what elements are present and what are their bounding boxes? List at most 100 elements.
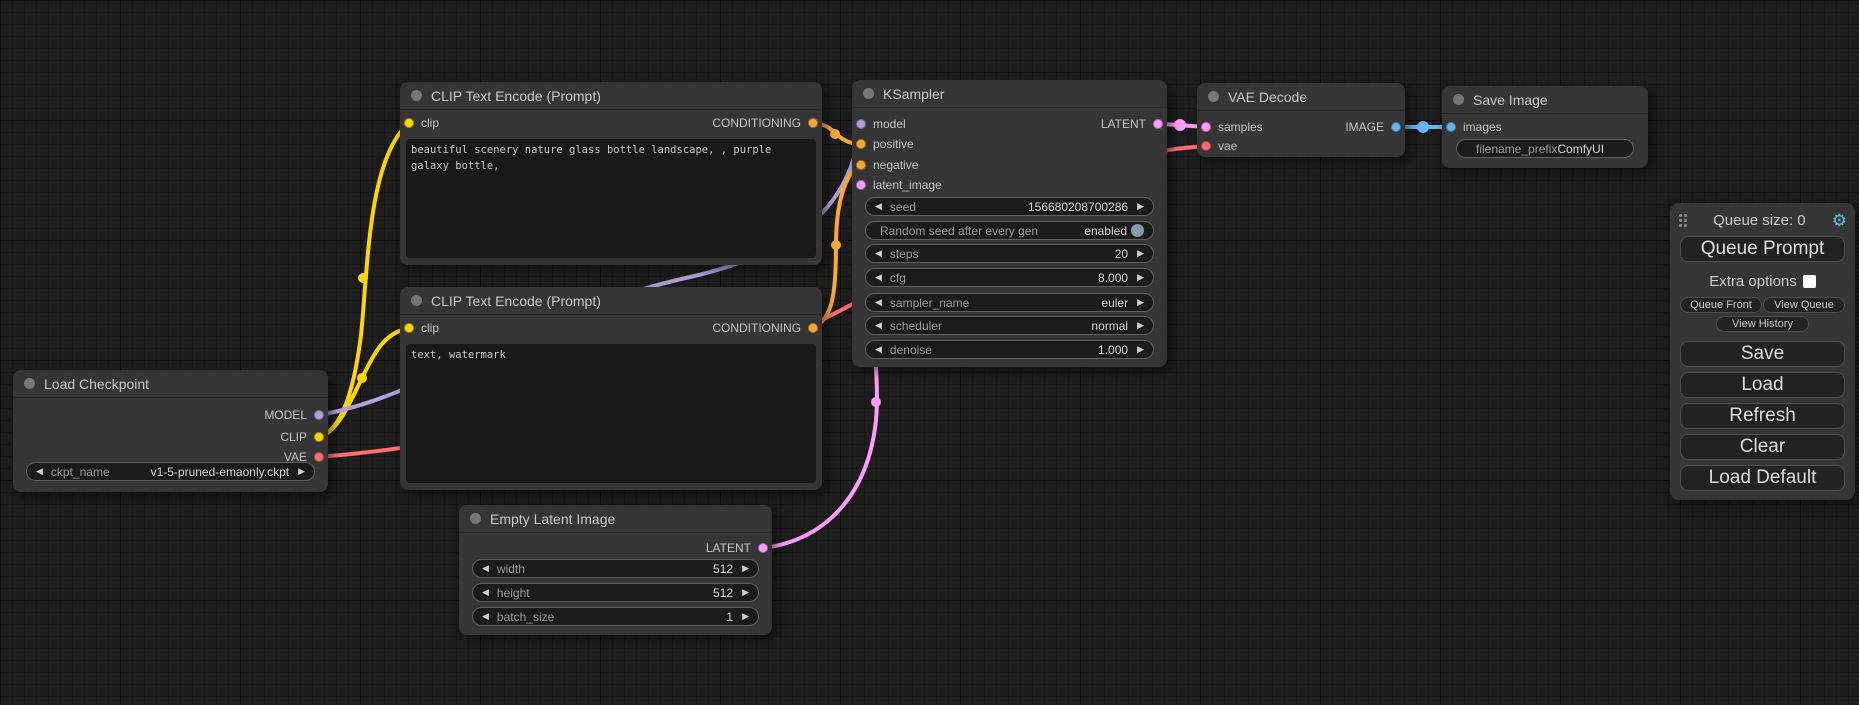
clear-button[interactable]: Clear [1680, 434, 1845, 460]
widget-label: ckpt_name [51, 465, 110, 479]
slot-label: samples [1218, 120, 1263, 134]
queue-front-button[interactable]: Queue Front [1680, 297, 1762, 313]
slot-label: LATENT [706, 541, 751, 555]
increment-arrow-icon[interactable]: ▶ [1137, 298, 1144, 307]
batch-size-number-widget[interactable]: ◀ batch_size 1 ▶ [472, 607, 759, 626]
random-seed-toggle-widget[interactable]: Random seed after every gen enabled [865, 221, 1154, 240]
increment-arrow-icon[interactable]: ▶ [298, 467, 305, 476]
increment-arrow-icon[interactable]: ▶ [742, 564, 749, 573]
node-empty-latent-image[interactable]: Empty Latent Image LATENT ◀ width 512 ▶ … [459, 505, 772, 635]
view-queue-button[interactable]: View Queue [1763, 297, 1845, 313]
widget-value: 20 [1115, 247, 1128, 261]
widget-label: cfg [890, 271, 906, 285]
denoise-number-widget[interactable]: ◀ denoise 1.000 ▶ [865, 340, 1154, 359]
node-title-bar[interactable]: Load Checkpoint [13, 370, 328, 398]
load-button[interactable]: Load [1680, 372, 1845, 398]
load-default-button[interactable]: Load Default [1680, 465, 1845, 491]
increment-arrow-icon[interactable]: ▶ [1137, 202, 1144, 211]
extra-options-label: Extra options [1709, 273, 1797, 290]
node-status-dot-icon [411, 295, 422, 306]
widget-value: 1 [726, 610, 733, 624]
widget-value: normal [1091, 319, 1128, 333]
increment-arrow-icon[interactable]: ▶ [1137, 273, 1144, 282]
node-title: Save Image [1473, 92, 1548, 108]
node-ksampler[interactable]: KSampler model LATENT positive negative … [852, 80, 1167, 367]
decrement-arrow-icon[interactable]: ◀ [482, 564, 489, 573]
extra-options-checkbox[interactable] [1803, 275, 1816, 288]
vae-input-port[interactable] [1201, 141, 1211, 151]
node-status-dot-icon [863, 88, 874, 99]
output-slot-latent: LATENT [1101, 116, 1163, 132]
increment-arrow-icon[interactable]: ▶ [1137, 345, 1144, 354]
increment-arrow-icon[interactable]: ▶ [1137, 249, 1144, 258]
node-clip-text-encode-positive[interactable]: CLIP Text Encode (Prompt) clip CONDITION… [400, 82, 822, 265]
view-history-button[interactable]: View History [1716, 316, 1809, 332]
increment-arrow-icon[interactable]: ▶ [742, 588, 749, 597]
widget-label: steps [890, 247, 919, 261]
decrement-arrow-icon[interactable]: ◀ [482, 612, 489, 621]
decrement-arrow-icon[interactable]: ◀ [875, 273, 882, 282]
model-output-port[interactable] [314, 410, 324, 420]
queue-prompt-button[interactable]: Queue Prompt [1680, 236, 1845, 262]
decrement-arrow-icon[interactable]: ◀ [875, 321, 882, 330]
images-input-port[interactable] [1446, 122, 1456, 132]
input-slot-positive: positive [856, 136, 914, 152]
negative-input-port[interactable] [856, 160, 866, 170]
node-vae-decode[interactable]: VAE Decode samples IMAGE vae [1197, 83, 1405, 157]
sampler-name-combo-widget[interactable]: ◀ sampler_name euler ▶ [865, 293, 1154, 312]
node-title-bar[interactable]: KSampler [852, 80, 1167, 108]
conditioning-output-port[interactable] [808, 118, 818, 128]
conditioning-output-port[interactable] [808, 323, 818, 333]
increment-arrow-icon[interactable]: ▶ [742, 612, 749, 621]
node-status-dot-icon [24, 378, 35, 389]
node-title-bar[interactable]: Empty Latent Image [459, 505, 772, 533]
latent-image-input-port[interactable] [856, 180, 866, 190]
node-title-bar[interactable]: Save Image [1442, 86, 1648, 114]
node-title-bar[interactable]: CLIP Text Encode (Prompt) [400, 82, 822, 110]
refresh-button[interactable]: Refresh [1680, 403, 1845, 429]
increment-arrow-icon[interactable]: ▶ [1137, 321, 1144, 330]
model-input-port[interactable] [856, 119, 866, 129]
steps-number-widget[interactable]: ◀ steps 20 ▶ [865, 244, 1154, 263]
settings-gear-icon[interactable]: ⚙ [1832, 212, 1847, 229]
positive-prompt-textarea[interactable]: beautiful scenery nature glass bottle la… [406, 139, 816, 258]
latent-output-port[interactable] [758, 543, 768, 553]
decrement-arrow-icon[interactable]: ◀ [875, 345, 882, 354]
decrement-arrow-icon[interactable]: ◀ [875, 249, 882, 258]
node-clip-text-encode-negative[interactable]: CLIP Text Encode (Prompt) clip CONDITION… [400, 287, 822, 490]
decrement-arrow-icon[interactable]: ◀ [482, 588, 489, 597]
widget-value: 512 [713, 562, 733, 576]
latent-output-port[interactable] [1153, 119, 1163, 129]
node-title-bar[interactable]: VAE Decode [1197, 83, 1405, 111]
clip-input-port[interactable] [404, 323, 414, 333]
toggle-enabled-icon[interactable] [1131, 224, 1144, 237]
ckpt-name-combo-widget[interactable]: ◀ ckpt_name v1-5-pruned-emaonly.ckpt ▶ [26, 462, 315, 481]
drag-handle-icon[interactable] [1678, 213, 1687, 227]
node-graph-canvas[interactable]: Load Checkpoint MODEL CLIP VAE ◀ ckpt_na… [0, 0, 1859, 705]
node-title-bar[interactable]: CLIP Text Encode (Prompt) [400, 287, 822, 315]
filename-prefix-text-widget[interactable]: filename_prefix ComfyUI [1456, 139, 1634, 158]
input-slot-samples: samples [1201, 119, 1263, 135]
slot-label: MODEL [264, 408, 307, 422]
node-load-checkpoint[interactable]: Load Checkpoint MODEL CLIP VAE ◀ ckpt_na… [13, 370, 328, 492]
link-midpoint-dot [357, 373, 367, 383]
node-save-image[interactable]: Save Image images filename_prefix ComfyU… [1442, 86, 1648, 168]
cfg-number-widget[interactable]: ◀ cfg 8.000 ▶ [865, 268, 1154, 287]
image-output-port[interactable] [1391, 122, 1401, 132]
decrement-arrow-icon[interactable]: ◀ [36, 467, 43, 476]
scheduler-combo-widget[interactable]: ◀ scheduler normal ▶ [865, 316, 1154, 335]
decrement-arrow-icon[interactable]: ◀ [875, 202, 882, 211]
height-number-widget[interactable]: ◀ height 512 ▶ [472, 583, 759, 602]
negative-prompt-textarea[interactable]: text, watermark [406, 344, 816, 483]
link-midpoint-dot [1174, 119, 1186, 131]
seed-number-widget[interactable]: ◀ seed 156680208700286 ▶ [865, 197, 1154, 216]
slot-label: IMAGE [1345, 120, 1384, 134]
samples-input-port[interactable] [1201, 122, 1211, 132]
positive-input-port[interactable] [856, 139, 866, 149]
clip-input-port[interactable] [404, 118, 414, 128]
vae-output-port[interactable] [314, 452, 324, 462]
width-number-widget[interactable]: ◀ width 512 ▶ [472, 559, 759, 578]
clip-output-port[interactable] [314, 432, 324, 442]
save-button[interactable]: Save [1680, 341, 1845, 367]
decrement-arrow-icon[interactable]: ◀ [875, 298, 882, 307]
